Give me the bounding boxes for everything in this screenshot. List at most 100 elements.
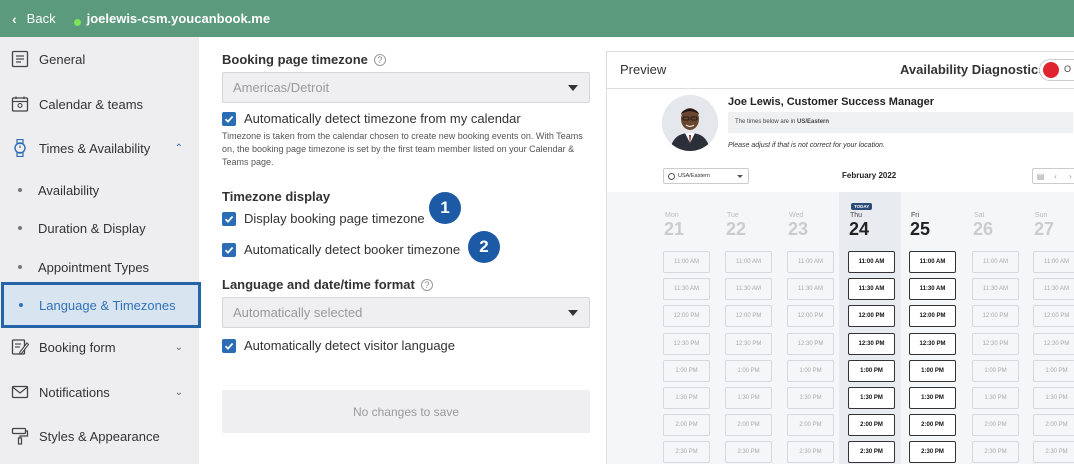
- time-slot: 11:30 AM: [972, 278, 1019, 301]
- timezone-notice-zone: US/Eastern: [797, 119, 830, 125]
- time-slot[interactable]: 1:00 PM: [909, 359, 956, 382]
- time-slot[interactable]: 12:00 PM: [909, 305, 956, 328]
- time-slot: 11:00 AM: [787, 251, 834, 273]
- preview-header: Preview Availability Diagnostics O: [607, 52, 1074, 89]
- sidebar-item-styles[interactable]: Styles & Appearance: [0, 418, 199, 454]
- bullet-icon: [18, 265, 22, 269]
- time-slot: 1:30 PM: [972, 387, 1019, 409]
- language-section-title: Language and date/time format?: [222, 277, 433, 292]
- language-select[interactable]: Automatically selected: [222, 297, 590, 328]
- save-button[interactable]: No changes to save: [222, 390, 590, 433]
- time-slot[interactable]: 2:00 PM: [848, 414, 895, 437]
- time-slot: 2:30 PM: [663, 441, 710, 464]
- time-slot: 2:00 PM: [1033, 414, 1074, 437]
- sidebar-item-booking-form[interactable]: Booking form ⌄: [0, 329, 199, 365]
- adjust-note: Please adjust if that is not correct for…: [728, 142, 885, 149]
- time-slot: 11:30 AM: [1033, 278, 1074, 301]
- time-slot: 12:00 PM: [1033, 305, 1074, 328]
- toggle-knob: [1043, 62, 1059, 78]
- time-slot: 1:00 PM: [787, 359, 834, 382]
- auto-language-checkbox[interactable]: Automatically detect visitor language: [222, 338, 455, 353]
- bullet-icon: [18, 188, 22, 192]
- month-label: February 2022: [842, 171, 897, 180]
- avatar: [662, 95, 718, 151]
- help-icon[interactable]: ?: [420, 279, 433, 291]
- availability-diagnostics-label: Availability Diagnostics: [900, 62, 1046, 77]
- preview-panel: Preview Availability Diagnostics O Joe L…: [606, 51, 1074, 464]
- time-slot: 2:30 PM: [787, 441, 834, 464]
- sidebar-item-availability[interactable]: Availability: [0, 175, 199, 205]
- bullet-icon: [19, 303, 23, 307]
- time-slot[interactable]: 11:00 AM: [848, 251, 895, 273]
- sidebar-item-notifications[interactable]: Notifications ⌄: [0, 374, 199, 410]
- time-slot: 2:30 PM: [1033, 441, 1074, 464]
- time-slot[interactable]: 1:00 PM: [848, 359, 895, 382]
- time-slot: 12:30 PM: [787, 332, 834, 355]
- auto-timezone-label: Automatically detect timezone from my ca…: [244, 111, 521, 126]
- time-slot: 11:30 AM: [663, 278, 710, 301]
- calendar-icon: [10, 94, 30, 114]
- time-slot: 2:00 PM: [663, 414, 710, 437]
- time-slot[interactable]: 2:30 PM: [909, 441, 956, 464]
- day-name: Thu: [850, 212, 863, 219]
- calendar-nav: ▤ ‹ ›: [1032, 168, 1074, 184]
- step-badge-2: 2: [468, 231, 500, 263]
- sidebar-item-times[interactable]: Times & Availability ⌃: [0, 130, 199, 166]
- sidebar-item-label: Times & Availability: [39, 140, 151, 156]
- sidebar-item-appointment-types[interactable]: Appointment Types: [0, 252, 199, 282]
- time-slot[interactable]: 1:30 PM: [848, 387, 895, 409]
- time-slot[interactable]: 12:30 PM: [848, 332, 895, 355]
- sidebar-item-calendar[interactable]: Calendar & teams: [0, 86, 199, 122]
- time-slot[interactable]: 11:30 AM: [848, 278, 895, 301]
- time-slot[interactable]: 2:00 PM: [909, 414, 956, 437]
- sidebar-item-label: Availability: [38, 182, 100, 198]
- diagnostics-toggle[interactable]: O: [1039, 59, 1074, 81]
- time-slot: 12:30 PM: [1033, 332, 1074, 355]
- time-slot: 11:00 AM: [1033, 251, 1074, 273]
- day-number: 23: [788, 219, 809, 239]
- host-name: Joe Lewis, Customer Success Manager: [728, 96, 935, 108]
- language-value: Automatically selected: [233, 305, 363, 320]
- time-slot: 12:00 PM: [725, 305, 772, 328]
- time-slot[interactable]: 12:30 PM: [909, 332, 956, 355]
- time-slot: 2:00 PM: [972, 414, 1019, 437]
- language-label: Language and date/time format: [222, 277, 415, 292]
- next-week-button[interactable]: ›: [1063, 172, 1074, 181]
- timezone-select[interactable]: Americas/Detroit: [222, 72, 590, 103]
- display-timezone-checkbox[interactable]: Display booking page timezone: [222, 211, 425, 226]
- time-slot[interactable]: 1:30 PM: [909, 387, 956, 409]
- day-header: Sat 26: [972, 212, 1032, 239]
- timezone-help-text: Timezone is taken from the calendar chos…: [222, 131, 583, 167]
- sidebar-item-label: Appointment Types: [38, 259, 150, 275]
- time-slot: 1:00 PM: [725, 359, 772, 382]
- day-name: Fri: [911, 212, 920, 219]
- timezone-value: Americas/Detroit: [233, 80, 330, 95]
- today-tag: TODAY: [851, 203, 873, 210]
- calendar-icon[interactable]: ▤: [1033, 172, 1048, 181]
- preview-timezone-select[interactable]: USA/Eastern: [663, 168, 749, 184]
- sidebar-item-label: Language & Timezones: [39, 297, 176, 313]
- auto-timezone-checkbox[interactable]: Automatically detect timezone from my ca…: [222, 111, 521, 126]
- sidebar-item-language-timezones[interactable]: Language & Timezones: [1, 282, 201, 328]
- time-slot: 11:30 AM: [787, 278, 834, 301]
- help-icon[interactable]: ?: [373, 54, 386, 66]
- time-slot: 1:00 PM: [663, 359, 710, 382]
- prev-week-button[interactable]: ‹: [1048, 172, 1063, 181]
- sidebar-item-general[interactable]: General: [0, 41, 199, 77]
- booker-timezone-label: Automatically detect booker timezone: [244, 242, 461, 257]
- day-number: 22: [726, 219, 747, 239]
- day-name: Sat: [974, 212, 985, 219]
- status-dot-icon: [73, 19, 81, 26]
- time-slot[interactable]: 11:00 AM: [909, 251, 956, 273]
- time-slot[interactable]: 12:00 PM: [848, 305, 895, 328]
- time-slot: 12:00 PM: [663, 305, 710, 328]
- step-badge-1: 1: [429, 192, 461, 224]
- sidebar-item-duration[interactable]: Duration & Display: [0, 213, 199, 243]
- time-slot[interactable]: 11:30 AM: [909, 278, 956, 301]
- globe-icon: [668, 173, 675, 180]
- back-button[interactable]: ‹ Back: [12, 11, 56, 27]
- booker-timezone-checkbox[interactable]: Automatically detect booker timezone: [222, 242, 460, 257]
- time-slot[interactable]: 2:30 PM: [848, 441, 895, 464]
- day-number: 26: [973, 219, 994, 239]
- sidebar-item-label: Notifications: [39, 384, 110, 400]
